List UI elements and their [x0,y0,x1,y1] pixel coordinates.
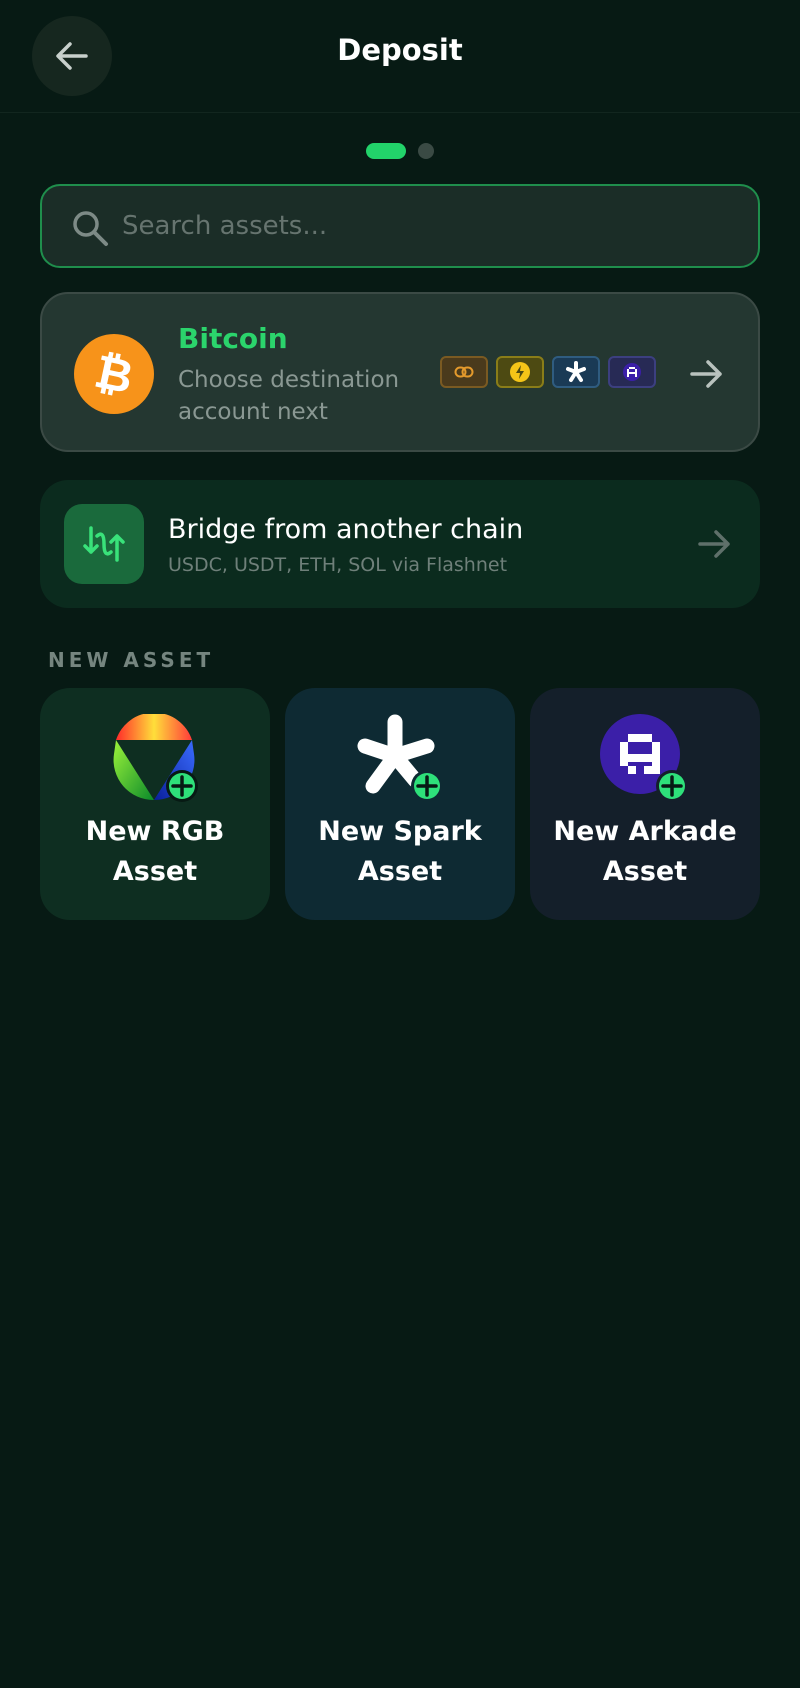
rgb-logo-icon [113,714,198,802]
bitcoin-card[interactable]: ₿ Bitcoin Choose destination account nex… [40,292,760,452]
arkade-icon [623,363,641,381]
bridge-icon-box [64,504,144,584]
arkade-chip [608,356,656,388]
spark-asterisk-icon [357,714,443,802]
bridge-subtitle: USDC, USDT, ETH, SOL via Flashnet [168,554,508,576]
arkade-logo-icon [600,714,688,802]
pagination-dot[interactable] [418,143,434,159]
spark-chip [552,356,600,388]
bridge-swap-icon [83,526,125,562]
bridge-title: Bridge from another chain [168,514,524,545]
arrow-right-icon [698,530,730,558]
header: Deposit [0,0,800,113]
section-label-new-asset: NEW ASSET [48,648,215,672]
page-title: Deposit [337,33,463,67]
search-box[interactable] [40,184,760,268]
search-icon [73,211,108,246]
arrow-right-icon [690,360,722,388]
new-spark-asset-label: New Spark Asset [318,816,482,887]
bitcoin-subtitle: Choose destination account next [178,367,400,425]
new-rgb-asset-label: New RGB Asset [85,816,225,887]
new-arkade-asset-label: New Arkade Asset [553,816,737,887]
bitcoin-name: Bitcoin [178,322,288,355]
spark-icon [566,361,586,382]
pagination-dots [0,143,800,159]
bitcoin-icon: ₿ [74,334,154,414]
lightning-icon [510,362,530,382]
onchain-link-chip [440,356,488,388]
onchain-link-icon [454,366,474,378]
new-rgb-asset-tile[interactable]: New RGB Asset [40,688,270,920]
bridge-card[interactable]: Bridge from another chain USDC, USDT, ET… [40,480,760,608]
pagination-dot-active [366,143,406,159]
new-spark-asset-tile[interactable]: New Spark Asset [285,688,515,920]
new-arkade-asset-tile[interactable]: New Arkade Asset [530,688,760,920]
search-input[interactable] [122,200,722,252]
lightning-chip [496,356,544,388]
